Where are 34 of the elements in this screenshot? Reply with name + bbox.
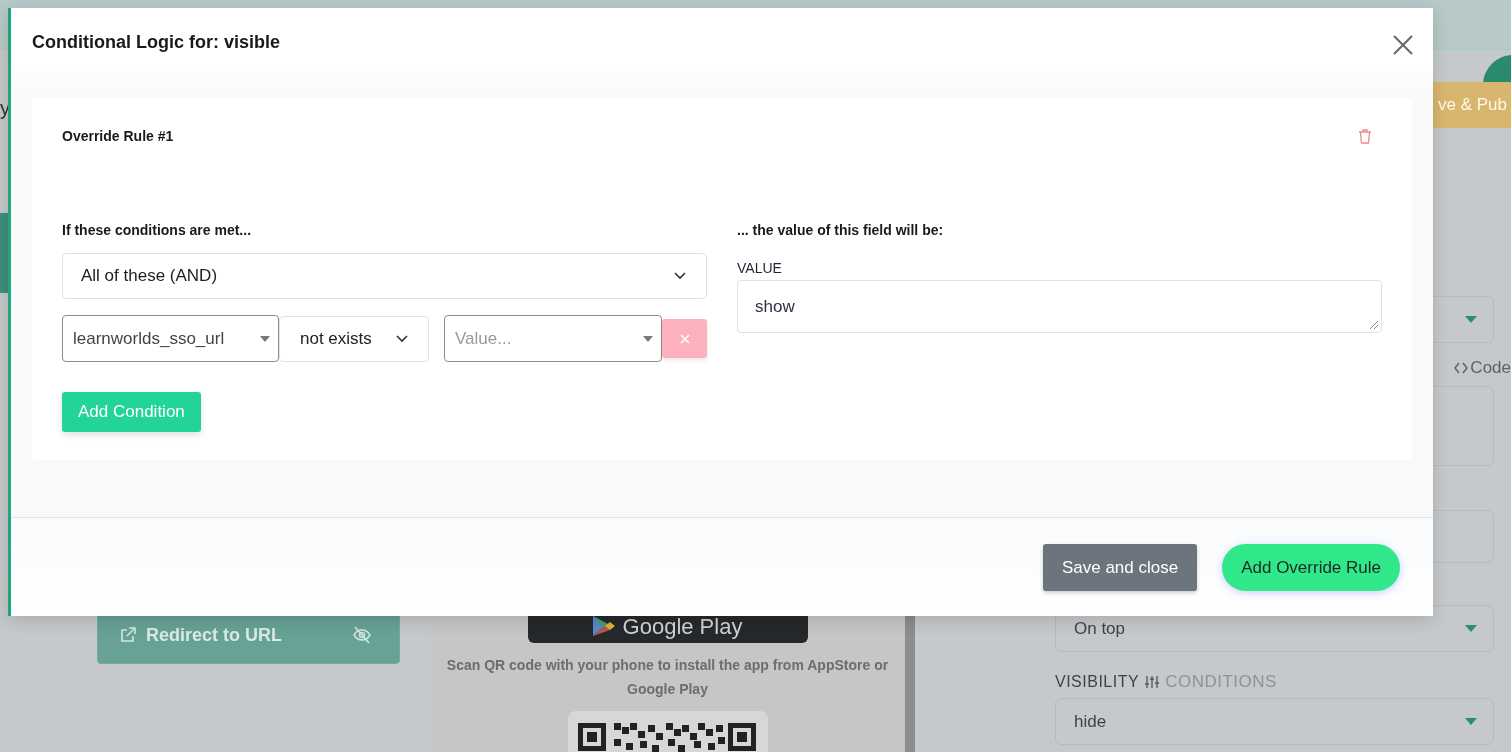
sliders-icon (1145, 675, 1160, 689)
caret-icon (1465, 316, 1477, 323)
badge-label: Google Play (622, 614, 743, 640)
caret-icon (1465, 625, 1477, 632)
add-rule-button[interactable]: Add Override Rule (1222, 544, 1400, 591)
field-select[interactable]: learnworlds_sso_url (62, 315, 279, 362)
code-link[interactable]: Code (1454, 358, 1511, 378)
visibility-select[interactable]: hide (1055, 698, 1494, 745)
remove-button[interactable] (662, 319, 707, 358)
close-button[interactable] (1393, 35, 1413, 55)
close-icon (1393, 35, 1413, 55)
play-store-icon (592, 616, 615, 636)
instruction-text: Scan QR code with your phone to install the app from AppStore or Google Play (445, 656, 890, 699)
resize-grip-icon (1369, 320, 1379, 330)
value-textarea[interactable]: show (737, 280, 1382, 333)
external-link-icon (120, 627, 136, 643)
hidden-eye-icon (353, 626, 371, 644)
section-heading: If these conditions are met... (62, 222, 253, 238)
field-label: VALUE (737, 260, 783, 276)
field-label: VISIBILITY (1055, 673, 1140, 691)
code-icon (1454, 362, 1469, 374)
modal-title: Conditional Logic for: visible (32, 32, 280, 54)
trash-icon[interactable] (1358, 128, 1372, 144)
chevron-icon (674, 272, 686, 280)
rule-title: Override Rule #1 (62, 128, 174, 144)
section-heading: ... the value of this field will be: (737, 222, 945, 238)
caret-icon (260, 335, 270, 342)
save-button[interactable]: Save and close (1042, 544, 1198, 591)
match-select[interactable]: All of these (AND) (62, 253, 707, 299)
caret-icon (643, 335, 653, 342)
caret-icon (1465, 718, 1477, 725)
close-icon (679, 333, 690, 344)
operator-select[interactable]: not exists (279, 315, 429, 362)
chevron-icon (396, 334, 408, 343)
